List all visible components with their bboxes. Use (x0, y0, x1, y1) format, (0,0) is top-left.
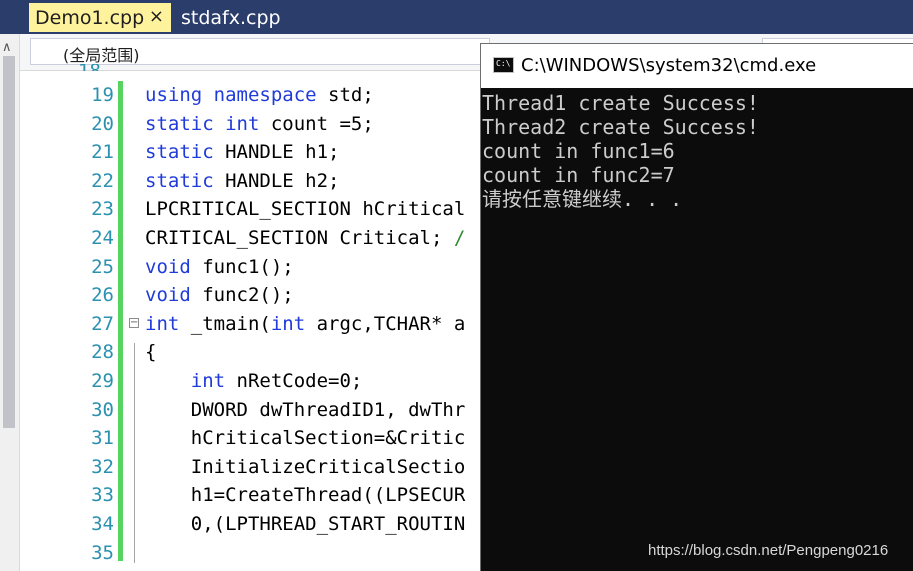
code-text: using namespace std; (145, 84, 374, 106)
cmd-title-bar[interactable]: C:\ C:\WINDOWS\system32\cmd.exe (481, 44, 913, 88)
console-icon: C:\ (493, 57, 514, 73)
line-number: 26 (91, 284, 114, 307)
keyword-int: int (270, 312, 306, 335)
code-text: void func1(); (145, 255, 294, 278)
close-icon[interactable]: × (149, 7, 164, 27)
line-number: 29 (91, 370, 114, 392)
tab-label: Demo1.cpp (35, 6, 145, 29)
scroll-up-icon[interactable]: ∧ (2, 40, 12, 55)
line-number-partial: 18 (78, 64, 101, 71)
collapse-icon[interactable]: − (129, 317, 139, 328)
vertical-scrollbar[interactable]: ∧ (0, 34, 20, 571)
keyword-void: void (145, 284, 191, 307)
console-line: count in func1=6 (482, 139, 675, 163)
console-line: count in func2=7 (482, 163, 675, 187)
console-line: 请按任意键继续. . . (482, 187, 683, 211)
comment-start: / (453, 227, 466, 249)
line-number: 21 (91, 141, 114, 164)
line-number: 32 (91, 455, 114, 478)
keyword-int: int (190, 370, 226, 392)
code-text: void func2(); (145, 284, 294, 307)
console-output[interactable]: Thread1 create Success! Thread2 create S… (481, 88, 913, 571)
line-number: 20 (91, 112, 114, 135)
console-line: Thread1 create Success! (482, 91, 759, 115)
line-number: 27 (91, 312, 114, 335)
keyword-using: using (145, 84, 203, 106)
scope-dropdown-value: (全局范围) (63, 46, 140, 65)
scope-dropdown[interactable]: (全局范围) (30, 38, 490, 65)
keyword-namespace: namespace (213, 84, 317, 106)
keyword-static: static (145, 169, 214, 192)
line-number: 19 (91, 84, 114, 106)
document-tab-bar: Demo1.cpp × stdafx.cpp (0, 0, 913, 34)
line-number: 34 (91, 513, 114, 535)
code-text: { (145, 341, 157, 364)
line-number: 33 (91, 484, 114, 507)
code-text: static int count =5; (145, 112, 374, 135)
line-number: 30 (91, 398, 114, 421)
watermark: https://blog.csdn.net/Pengpeng0216 (648, 542, 889, 559)
code-text: hCriticalSection=&Critic (145, 427, 466, 450)
code-text: DWORD dwThreadID1, dwThr (145, 398, 466, 421)
code-text: CRITICAL_SECTION Critical; / (145, 227, 466, 249)
cmd-window[interactable]: C:\ C:\WINDOWS\system32\cmd.exe Thread1 … (480, 43, 913, 571)
tab-demo1-cpp[interactable]: Demo1.cpp × (29, 3, 171, 32)
code-text: int _tmain(int argc,TCHAR* a (145, 312, 466, 335)
code-text: 0,(LPTHREAD_START_ROUTIN (145, 513, 466, 535)
line-number: 31 (91, 427, 114, 450)
keyword-static: static (145, 141, 214, 164)
keyword-int: int (225, 112, 260, 135)
console-icon-glyph: C:\ (496, 59, 511, 68)
scrollbar-thumb[interactable] (3, 56, 15, 428)
keyword-static: static (145, 112, 214, 135)
line-number: 28 (91, 341, 114, 364)
line-number: 25 (91, 255, 114, 278)
line-number: 35 (91, 541, 114, 564)
cmd-window-title: C:\WINDOWS\system32\cmd.exe (521, 55, 817, 76)
tab-label: stdafx.cpp (181, 6, 281, 29)
tab-stdafx-cpp[interactable]: stdafx.cpp (175, 3, 295, 32)
console-line: Thread2 create Success! (482, 115, 759, 139)
line-number: 24 (91, 227, 114, 249)
keyword-void: void (145, 255, 191, 278)
code-text: static HANDLE h1; (145, 141, 340, 164)
keyword-int: int (145, 312, 180, 335)
code-text: h1=CreateThread((LPSECUR (145, 484, 466, 507)
line-number: 22 (91, 169, 114, 192)
code-text: InitializeCriticalSectio (145, 455, 466, 478)
line-number: 23 (91, 198, 114, 221)
code-text: LPCRITICAL_SECTION hCritical (145, 198, 466, 221)
code-text: int nRetCode=0; (190, 370, 363, 392)
code-text: static HANDLE h2; (145, 169, 340, 192)
